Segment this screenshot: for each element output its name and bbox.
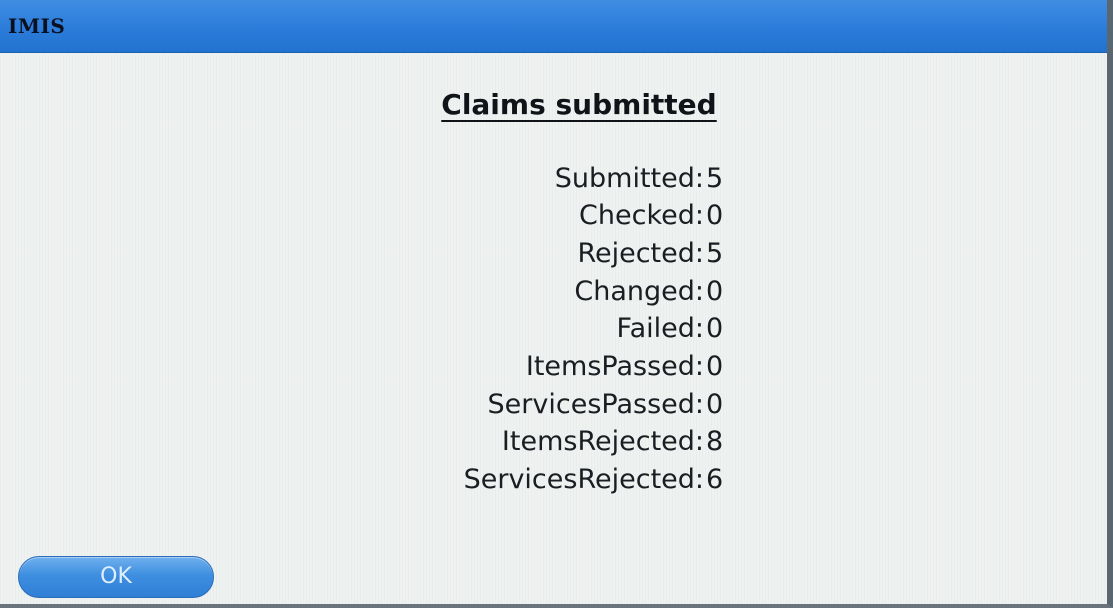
stat-label: Failed: bbox=[616, 313, 704, 344]
stat-label: Rejected: bbox=[577, 238, 704, 269]
stat-label: Submitted: bbox=[554, 163, 704, 194]
stat-row-failed: Failed: 0 bbox=[0, 310, 1113, 348]
stat-value: 0 bbox=[706, 351, 724, 382]
stat-label: ItemsRejected: bbox=[501, 426, 704, 457]
stat-row-services-rejected: ServicesRejected: 6 bbox=[0, 461, 1113, 499]
dialog-window: IMIS Claims submitted Submitted: 5 Check… bbox=[0, 0, 1113, 608]
stat-label: ServicesPassed: bbox=[487, 389, 704, 420]
stat-row-submitted: Submitted: 5 bbox=[0, 160, 1113, 198]
stat-value: 5 bbox=[706, 238, 724, 269]
ok-button[interactable]: OK bbox=[18, 556, 214, 598]
stat-value: 0 bbox=[706, 389, 724, 420]
stat-value: 0 bbox=[706, 200, 724, 231]
stat-row-services-passed: ServicesPassed: 0 bbox=[0, 386, 1113, 424]
stat-value: 0 bbox=[706, 313, 724, 344]
stat-label: Checked: bbox=[579, 200, 704, 231]
stat-label: Changed: bbox=[574, 276, 704, 307]
stat-label: ServicesRejected: bbox=[463, 464, 704, 495]
window-title: IMIS bbox=[8, 14, 66, 38]
dialog-heading: Claims submitted bbox=[441, 88, 717, 121]
stat-value: 6 bbox=[706, 464, 724, 495]
stat-row-checked: Checked: 0 bbox=[0, 197, 1113, 235]
stat-row-changed: Changed: 0 bbox=[0, 273, 1113, 311]
stat-value: 5 bbox=[706, 163, 724, 194]
stat-label: ItemsPassed: bbox=[525, 351, 704, 382]
stat-row-rejected: Rejected: 5 bbox=[0, 235, 1113, 273]
title-bar[interactable]: IMIS bbox=[0, 0, 1107, 53]
stat-value: 0 bbox=[706, 276, 724, 307]
stat-value: 8 bbox=[706, 426, 724, 457]
stat-row-items-passed: ItemsPassed: 0 bbox=[0, 348, 1113, 386]
stat-row-items-rejected: ItemsRejected: 8 bbox=[0, 423, 1113, 461]
